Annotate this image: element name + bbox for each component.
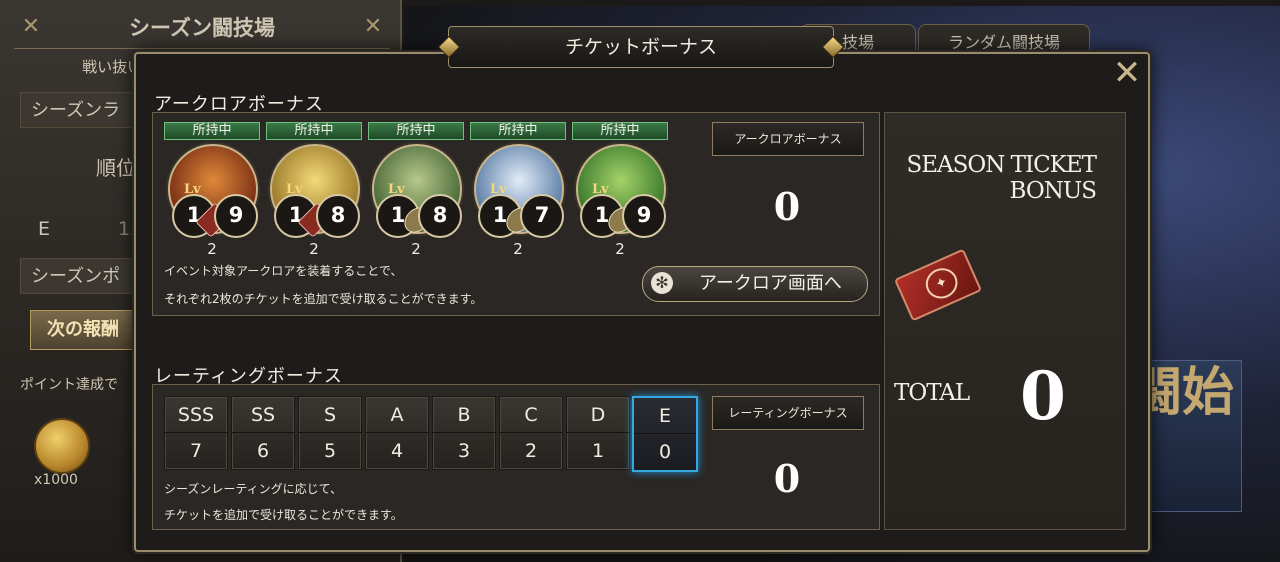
crossed-swords-icon: ✕: [21, 14, 41, 39]
rank-name: SS: [250, 404, 276, 426]
owned-badge: 所持中: [470, 122, 566, 140]
rank-cell-c: C 2: [499, 396, 563, 470]
rating-bonus-header: レーティングボーナス: [712, 396, 864, 430]
ticket-count: 2: [513, 240, 523, 258]
season-ticket-title-line1: SEASON TICKET: [906, 152, 1097, 178]
rank-cell-a: A 4: [365, 396, 429, 470]
rank-value: 4: [390, 440, 404, 462]
ticket-count: 2: [411, 240, 421, 258]
level-badge-right: 9: [622, 194, 666, 238]
rank-cell-d: D 1: [566, 396, 630, 470]
close-icon[interactable]: ✕: [1112, 56, 1142, 90]
season-rank-bar: シーズンラ: [20, 92, 140, 128]
rank-divider: [433, 432, 495, 433]
season-ticket-title: SEASON TICKET BONUS: [886, 152, 1097, 204]
arena-title: ✕ シーズン闘技場 ✕: [14, 8, 390, 49]
rank-divider: [232, 432, 294, 433]
rank-divider: [500, 432, 562, 433]
rank-name: A: [390, 404, 404, 426]
level-badge-right: 8: [316, 194, 360, 238]
ticket-count: 2: [309, 240, 319, 258]
rating-desc-line1: シーズンレーティングに応じて、: [164, 482, 343, 496]
rank-name: D: [590, 404, 606, 426]
crossed-swords-icon: ✕: [363, 14, 383, 39]
rank-value: 0: [658, 441, 672, 463]
rank-name: SSS: [177, 404, 215, 426]
rank-cell-b: B 3: [432, 396, 496, 470]
ticket-count: 2: [615, 240, 625, 258]
arclore-desc-line1: イベント対象アークロアを装着することで、: [164, 264, 403, 278]
rank-name: E: [658, 405, 671, 427]
rank-divider: [165, 432, 227, 433]
owned-badge: 所持中: [572, 122, 668, 140]
total-label: TOTAL: [894, 380, 970, 406]
rank-cell-s: S 5: [298, 396, 362, 470]
rank-value: 1: [591, 440, 605, 462]
arclore-bonus-header: アークロアボーナス: [712, 122, 864, 156]
level-badge-right: 9: [214, 194, 258, 238]
rank-cell-sss: SSS 7: [164, 396, 228, 470]
modal-title: チケットボーナス: [437, 26, 845, 68]
level-badge-right: 8: [418, 194, 462, 238]
rank-value: 5: [323, 440, 337, 462]
rank-value: 2: [524, 440, 538, 462]
arclore-button-label: アークロア画面へ: [699, 273, 842, 294]
arclore-bonus-value: 0: [773, 184, 801, 229]
rank-divider: [299, 432, 361, 433]
owned-badge: 所持中: [266, 122, 362, 140]
owned-badge: 所持中: [164, 122, 260, 140]
rank-divider: [634, 433, 696, 434]
season-ticket-title-line2: BONUS: [1009, 178, 1097, 204]
arclore-desc-line2: それぞれ2枚のチケットを追加で受け取ることができます。: [164, 292, 483, 306]
rank-cell-e-current: E 0: [632, 396, 698, 472]
rank-e-label: E: [38, 218, 51, 240]
owned-badge: 所持中: [368, 122, 464, 140]
rank-divider: [366, 432, 428, 433]
rating-desc-line2: チケットを追加で受け取ることができます。: [164, 508, 403, 522]
season-point-bar: シーズンポ: [20, 258, 140, 294]
rank-divider: [567, 432, 629, 433]
total-value: 0: [1020, 357, 1066, 435]
rank-label: 順位: [96, 156, 136, 180]
rank-value: 6: [256, 440, 270, 462]
rank-value: 3: [457, 440, 471, 462]
ticket-mark-icon: ✦: [920, 263, 963, 304]
ticket-count: 2: [207, 240, 217, 258]
rank-name: S: [323, 404, 337, 426]
rank-value: 7: [189, 440, 203, 462]
level-badge-right: 7: [520, 194, 564, 238]
coin-icon: [34, 418, 90, 474]
coin-quantity: x1000: [34, 472, 78, 488]
rating-bonus-value: 0: [773, 456, 801, 501]
next-reward-label: 次の報酬: [30, 310, 136, 350]
rank-cell-ss: SS 6: [231, 396, 295, 470]
arclore-screen-button[interactable]: ✻ アークロア画面へ: [642, 266, 868, 302]
point-text: ポイント達成で: [20, 377, 118, 393]
rank-name: C: [524, 404, 538, 426]
gear-icon: ✻: [651, 272, 673, 294]
rank-name: B: [457, 404, 471, 426]
